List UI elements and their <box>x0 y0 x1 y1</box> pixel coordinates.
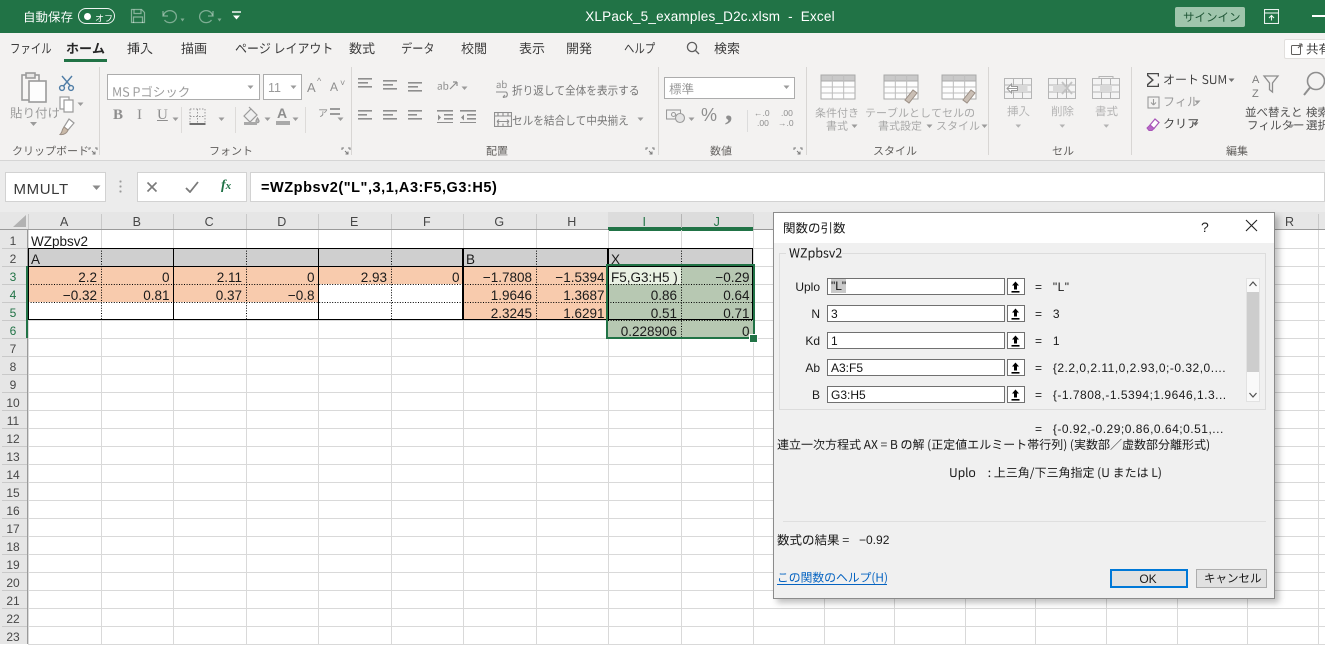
svg-text:.00: .00 <box>781 108 793 118</box>
svg-text:.00: .00 <box>757 118 769 128</box>
svg-text:←.0: ←.0 <box>754 108 770 118</box>
svg-text:A: A <box>1252 74 1260 86</box>
svg-text:→.0: →.0 <box>778 118 794 128</box>
svg-text:Z: Z <box>1252 88 1259 100</box>
